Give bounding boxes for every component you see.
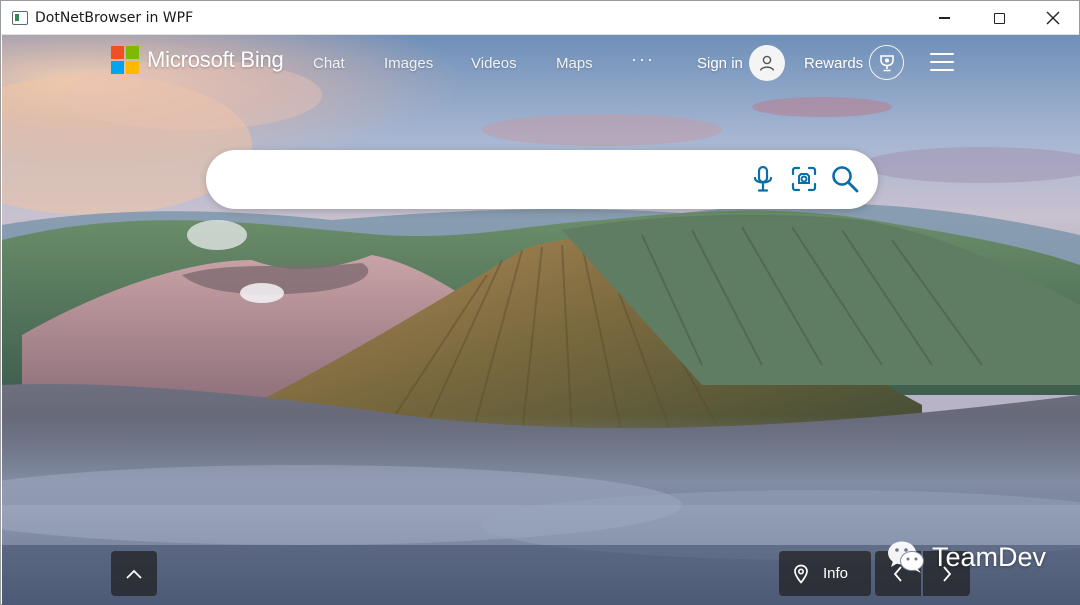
- image-info-button[interactable]: Info: [779, 551, 871, 596]
- search-button[interactable]: [829, 163, 861, 195]
- scroll-up-button[interactable]: [111, 551, 157, 596]
- chevron-up-icon: [126, 569, 142, 579]
- maximize-icon: [993, 12, 1005, 24]
- voice-search-button[interactable]: [747, 163, 779, 195]
- bing-logo[interactable]: Microsoft Bing: [111, 46, 284, 74]
- browser-viewport: Microsoft Bing Chat Images Videos Maps ·…: [2, 35, 1080, 605]
- minimize-icon: [938, 17, 950, 19]
- visual-search-icon: [791, 166, 817, 192]
- microphone-icon: [753, 165, 773, 192]
- search-icon: [832, 166, 859, 193]
- nav-videos[interactable]: Videos: [471, 55, 517, 72]
- watermark: TeamDev: [886, 539, 1046, 575]
- close-button[interactable]: [1030, 1, 1076, 35]
- info-label: Info: [823, 565, 849, 582]
- app-window: DotNetBrowser in WPF Microsoft Bing Chat…: [0, 0, 1080, 605]
- hamburger-menu-icon[interactable]: [930, 53, 954, 71]
- nav-chat[interactable]: Chat: [313, 55, 345, 72]
- user-icon: [759, 55, 775, 71]
- more-menu-button[interactable]: ···: [631, 49, 655, 70]
- close-icon: [1046, 11, 1060, 25]
- title-bar[interactable]: DotNetBrowser in WPF: [1, 1, 1079, 35]
- background-landscape-image: [2, 35, 1080, 605]
- sign-in-link[interactable]: Sign in: [697, 55, 743, 72]
- wechat-icon: [888, 541, 924, 573]
- rewards-link[interactable]: Rewards: [804, 55, 863, 72]
- search-box: [206, 150, 878, 209]
- nav-images[interactable]: Images: [384, 55, 433, 72]
- app-icon: [12, 11, 28, 25]
- avatar-button[interactable]: [749, 45, 785, 81]
- watermark-text: TeamDev: [932, 541, 1047, 572]
- trophy-icon: [879, 54, 894, 71]
- microsoft-logo-icon: [111, 46, 139, 74]
- rewards-button[interactable]: [869, 45, 904, 80]
- minimize-button[interactable]: [921, 1, 967, 35]
- location-pin-icon: [794, 564, 808, 584]
- nav-maps[interactable]: Maps: [556, 55, 593, 72]
- window-title: DotNetBrowser in WPF: [35, 10, 194, 26]
- search-input[interactable]: [232, 160, 732, 198]
- visual-search-button[interactable]: [788, 163, 820, 195]
- brand-name: Microsoft Bing: [147, 47, 284, 72]
- maximize-button[interactable]: [976, 1, 1022, 35]
